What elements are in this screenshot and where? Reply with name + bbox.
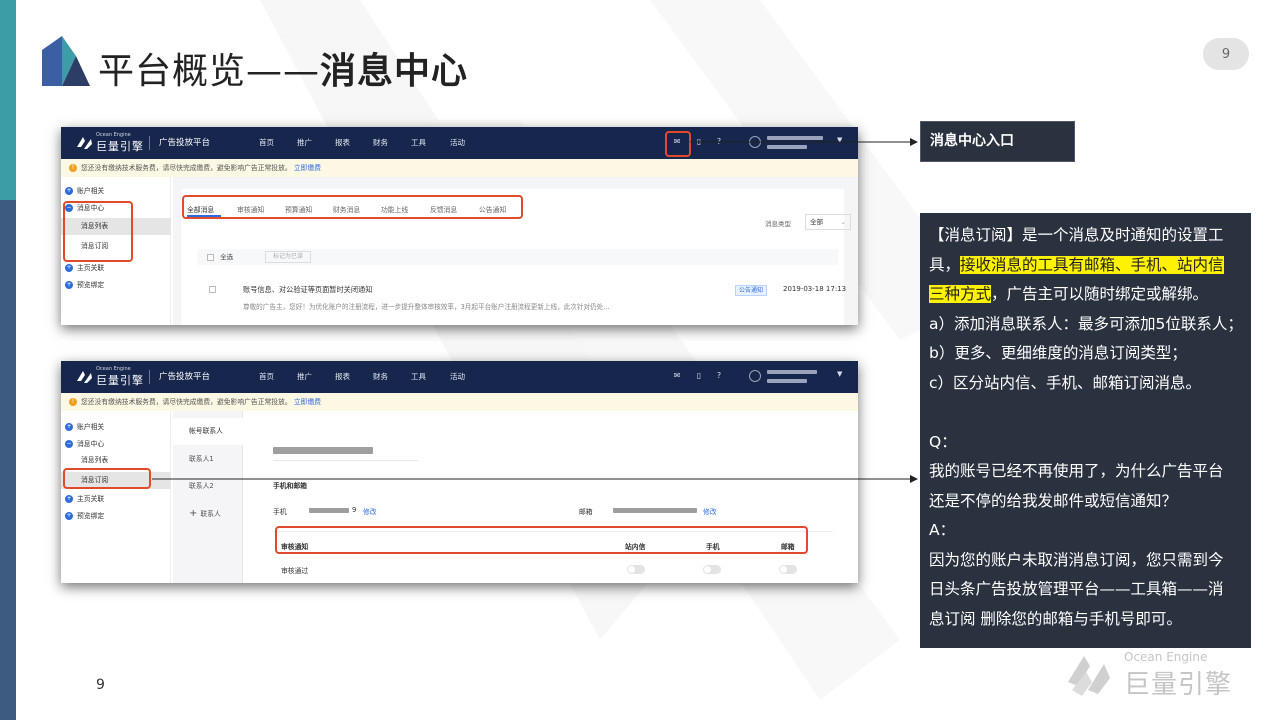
panel-line: 日头条广告投放管理平台——工具箱——消 <box>929 575 1245 605</box>
panel-line: A： <box>929 516 1245 546</box>
brand-cn: 巨量引擎 <box>1124 670 1233 700</box>
panel-line: 三种方式，广告主可以随时绑定或解绑。 <box>929 280 1245 310</box>
page-number: 9 <box>96 677 105 693</box>
panel-text: c）区分站内信、手机、邮箱订阅消息。 <box>929 373 1202 392</box>
panel-text: 日头条广告投放管理平台——工具箱——消 <box>929 580 1224 598</box>
panel-line: c）区分站内信、手机、邮箱订阅消息。 <box>929 369 1245 399</box>
highlighted-text: 接收消息的工具有邮箱、手机、站内信 <box>960 255 1224 274</box>
panel-line: a）添加消息联系人：最多可添加5位联系人； <box>929 310 1245 340</box>
panel-text: 具， <box>929 255 961 274</box>
brand-watermark: Ocean Engine 巨量引擎 <box>1062 646 1262 700</box>
panel-line: 【消息订阅】是一个消息及时通知的设置工 <box>929 221 1245 251</box>
panel-text: Q： <box>929 432 957 451</box>
panel-line <box>929 398 1245 428</box>
message-center-entry-label: 消息中心入口 <box>920 121 1075 162</box>
brand-logo-icon <box>1068 656 1110 696</box>
panel-text: 因为您的账户未取消消息订阅，您只需到今 <box>929 550 1224 569</box>
panel-line: 因为您的账户未取消消息订阅，您只需到今 <box>929 546 1245 576</box>
panel-line: 我的账号已经不再使用了，为什么广告平台 <box>929 457 1245 487</box>
panel-line: Q： <box>929 428 1245 458</box>
panel-line: 息订阅 删除您的邮箱与手机号即可。 <box>929 605 1245 635</box>
brand-en: Ocean Engine <box>1124 650 1208 664</box>
panel-line: 还是不停的给我发邮件或短信通知？ <box>929 487 1245 517</box>
subscription-explanation-panel: 【消息订阅】是一个消息及时通知的设置工 具，接收消息的工具有邮箱、手机、站内信 三种… <box>920 213 1251 648</box>
panel-text: 【消息订阅】是一个消息及时通知的设置工 <box>929 226 1224 244</box>
panel-text: b）更多、更细维度的消息订阅类型； <box>929 344 1187 362</box>
panel-text <box>929 403 934 421</box>
panel-text: 还是不停的给我发邮件或短信通知？ <box>929 491 1178 510</box>
highlighted-text: 三种方式 <box>929 285 992 303</box>
panel-text: 息订阅 删除您的邮箱与手机号即可。 <box>929 609 1182 628</box>
panel-line: 具，接收消息的工具有邮箱、手机、站内信 <box>929 251 1245 281</box>
panel-text: 我的账号已经不再使用了，为什么广告平台 <box>929 462 1224 480</box>
slide: 平台概览——消息中心 9 Ocean Engine 巨量引擎 广告投放平台 首页… <box>0 0 1280 720</box>
panel-text: A： <box>929 521 956 539</box>
panel-text: a）添加消息联系人：最多可添加5位联系人； <box>929 314 1243 333</box>
panel-line: b）更多、更细维度的消息订阅类型； <box>929 339 1245 369</box>
panel-text: ，广告主可以随时绑定或解绑。 <box>991 285 1209 303</box>
